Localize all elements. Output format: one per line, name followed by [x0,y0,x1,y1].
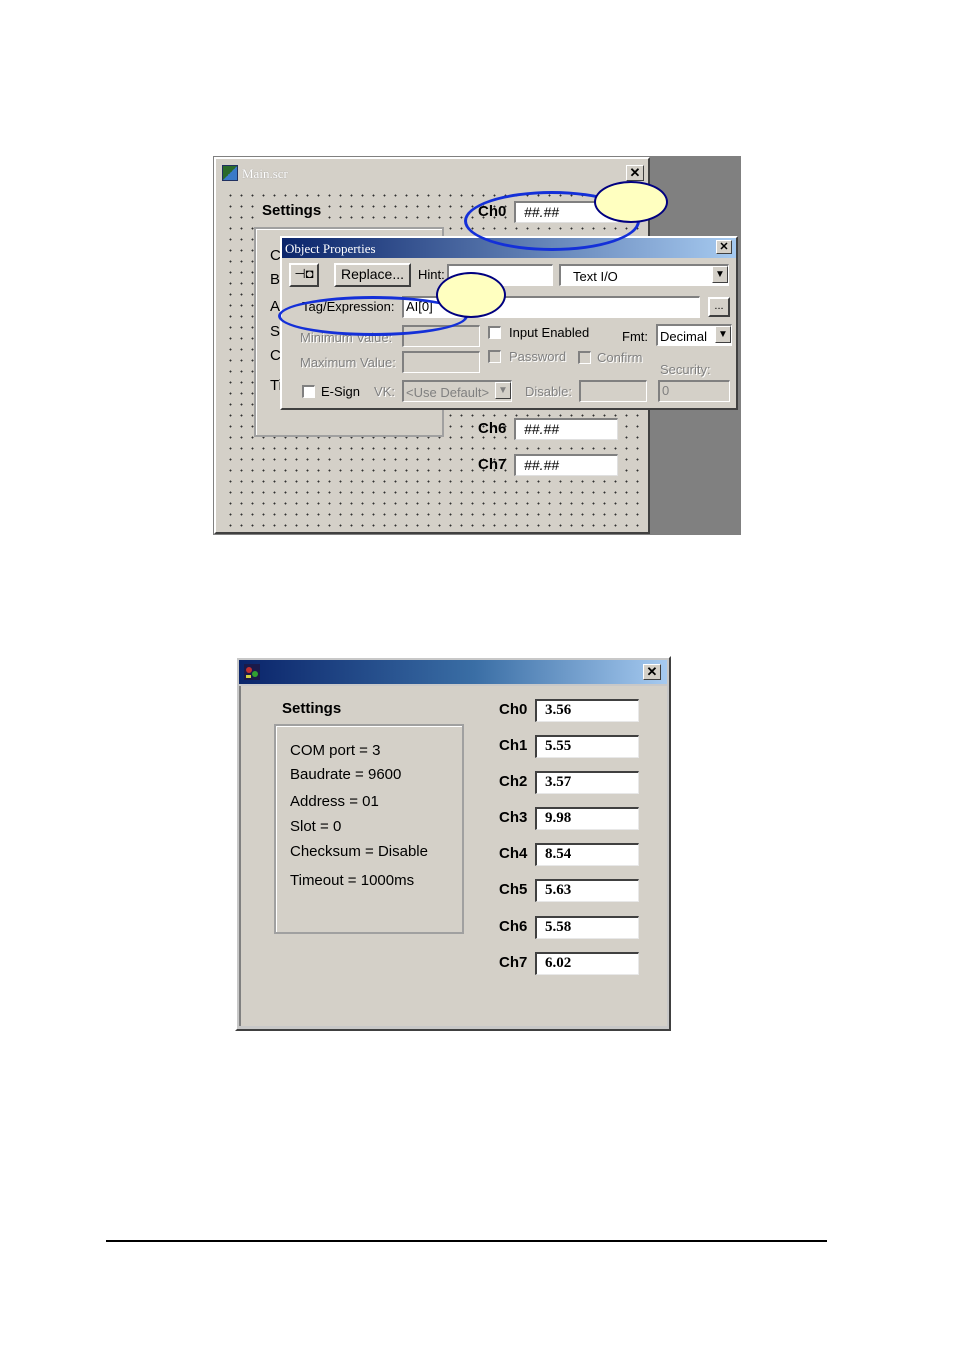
ch3-field[interactable]: 9.98 [535,807,639,830]
vk-select: <Use Default> ▼ [402,380,512,402]
settings-frame: COM port = 3 Baudrate = 9600 Address = 0… [274,724,464,934]
dialog-close-icon[interactable]: ✕ [716,240,732,254]
object-type-select[interactable]: Text I/O ▼ [559,264,729,286]
maximum-value-label: Maximum Value: [300,355,396,370]
disable-input [579,380,647,402]
password-checkbox [488,350,501,363]
runtime-body: Settings COM port = 3 Baudrate = 9600 Ad… [239,686,667,1026]
ch7-field[interactable]: 6.02 [535,952,639,975]
confirm-label: Confirm [597,350,643,365]
settings-line-stub: B [270,271,281,288]
format-value: Decimal [660,329,707,344]
ch3-label: Ch3 [499,809,528,826]
replace-button[interactable]: Replace... [334,263,411,287]
settings-label: Settings [282,700,342,717]
settings-line: Baudrate = 9600 [290,766,402,783]
security-label: Security: [660,362,711,377]
settings-line: Timeout = 1000ms [290,872,415,889]
close-icon[interactable]: ✕ [626,165,644,181]
ch0-label: Ch0 [499,701,528,718]
vk-label: VK: [374,384,395,399]
maximum-value-input [402,351,480,373]
settings-line: Address = 01 [290,793,379,810]
disable-label: Disable: [525,384,572,399]
chevron-down-icon: ▼ [495,382,511,399]
settings-line: COM port = 3 [290,742,381,759]
ch6-field[interactable]: 5.58 [535,916,639,939]
ch7-label: Ch7 [499,954,528,971]
ch6-label: Ch6 [499,918,528,935]
chevron-down-icon[interactable]: ▼ [712,266,728,283]
input-enabled-checkbox[interactable] [488,326,501,339]
designer-window-title: Main.scr [242,166,288,181]
settings-line: Checksum = Disable [290,843,428,860]
ch7-field[interactable]: ##.## [514,454,618,476]
format-select[interactable]: Decimal ▼ [656,324,732,346]
dialog-title: Object Properties [285,241,376,256]
vk-value: <Use Default> [406,385,490,400]
runtime-window: ✕ Settings COM port = 3 Baudrate = 9600 … [235,656,671,1031]
app-icon [243,663,261,681]
ch4-field[interactable]: 8.54 [535,843,639,866]
security-input: 0 [658,380,730,402]
chevron-down-icon[interactable]: ▼ [715,326,731,343]
esign-checkbox[interactable] [302,385,315,398]
esign-label: E-Sign [321,384,361,399]
pin-icon[interactable]: ⊣◘ [289,263,319,287]
close-icon[interactable]: ✕ [643,664,661,680]
input-enabled-label: Input Enabled [509,325,590,340]
app-icon [222,165,238,181]
browse-button[interactable]: ... [708,297,730,317]
ch1-label: Ch1 [499,737,528,754]
settings-label: Settings [260,202,324,219]
settings-line-stub: S [270,323,281,340]
ch2-field[interactable]: 3.57 [535,771,639,794]
callout-marker [594,181,668,223]
object-type-value: Text I/O [573,269,618,284]
password-label: Password [509,349,567,364]
ch1-field[interactable]: 5.55 [535,735,639,758]
ch0-field[interactable]: 3.56 [535,699,639,722]
ch6-field[interactable]: ##.## [514,418,618,440]
ch2-label: Ch2 [499,773,528,790]
ch7-label: Ch7 [478,456,507,473]
designer-title-bar: Main.scr ✕ [222,163,646,185]
callout-marker [436,272,506,318]
fmt-label: Fmt: [622,329,648,344]
ch5-label: Ch5 [499,881,528,898]
settings-line: Slot = 0 [290,818,342,835]
ch6-label: Ch6 [478,420,507,437]
confirm-checkbox [578,351,591,364]
footer-divider [106,1240,827,1242]
ch5-field[interactable]: 5.63 [535,879,639,902]
hint-label: Hint: [418,267,445,282]
ch4-label: Ch4 [499,845,528,862]
runtime-title-bar: ✕ [239,660,667,684]
